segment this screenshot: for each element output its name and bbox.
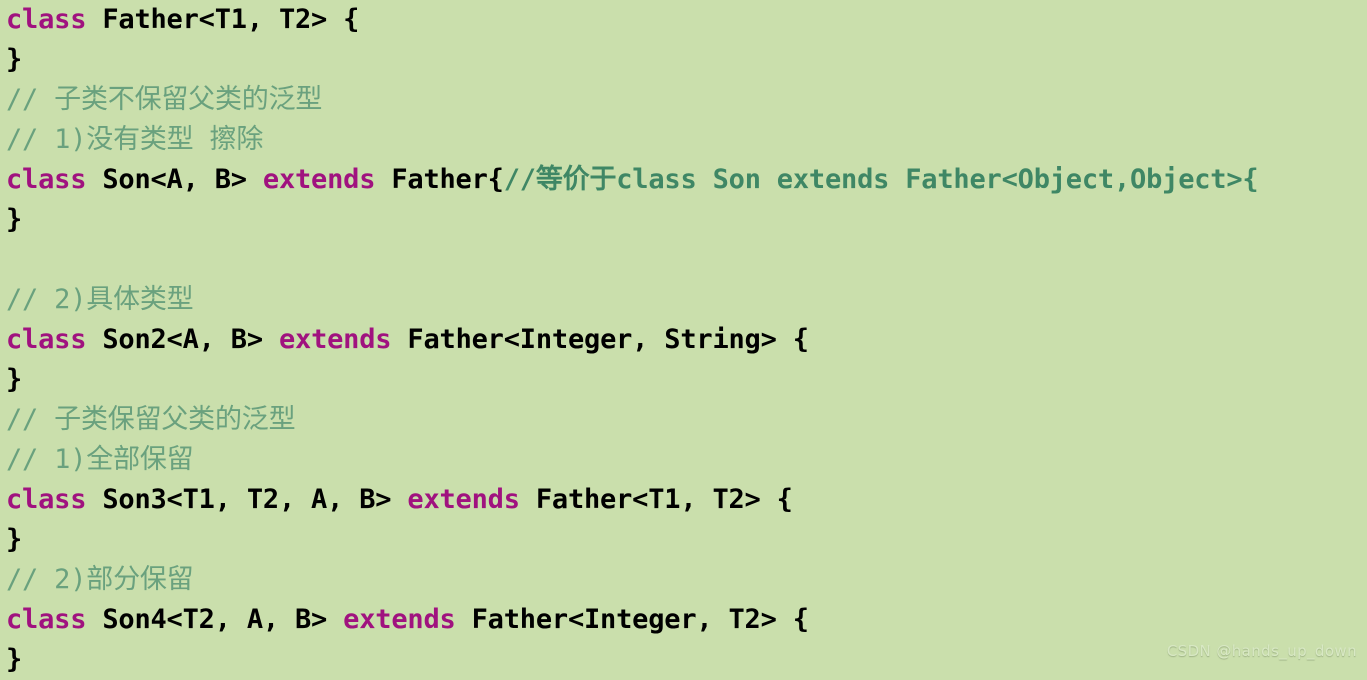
code-token-comment: // 子类不保留父类的泛型 [6,84,323,115]
code-line[interactable]: class Son<A, B> extends Father{//等价于clas… [6,160,1367,200]
code-token-kw: class [6,484,87,515]
code-token-comment-strong: //等价于 [503,164,617,195]
code-line[interactable]: // 1)没有类型 擦除 [6,120,1367,160]
code-token-comment: // 1)没有类型 擦除 [6,124,264,155]
code-token-plain: Father<Integer, T2> { [455,604,809,635]
code-token-comment: // 2)具体类型 [6,284,194,315]
code-line[interactable]: } [6,520,1367,560]
code-token-kw: extends [407,484,520,515]
code-block[interactable]: class Father<T1, T2> {} // 子类不保留父类的泛型 // 1… [6,0,1367,680]
code-line[interactable]: } [6,640,1367,680]
code-token-plain: Son3<T1, T2, A, B> [86,484,408,515]
code-line[interactable]: // 1)全部保留 [6,440,1367,480]
code-snippet-surface: class Father<T1, T2> {} // 子类不保留父类的泛型 // 1… [0,0,1367,675]
code-line[interactable]: class Father<T1, T2> { [6,0,1367,40]
code-token-plain: Father<Integer, String> { [391,324,809,355]
code-token-kw: extends [262,164,376,195]
code-token-plain: } [6,644,23,675]
code-token-plain: } [6,44,23,75]
code-token-comment-strong: class Son extends Father<Object,Object>{ [616,164,1259,195]
code-token-plain: } [6,364,23,395]
code-line[interactable]: // 2)部分保留 [6,560,1367,600]
code-line[interactable]: // 子类保留父类的泛型 [6,400,1367,440]
code-token-comment: // 子类保留父类的泛型 [6,404,296,435]
code-token-comment: // 1)全部保留 [6,444,194,475]
code-line[interactable]: } [6,360,1367,400]
code-token-kw: class [6,164,87,195]
code-token-kw: class [6,604,87,635]
code-line[interactable]: // 2)具体类型 [6,280,1367,320]
code-token-plain: Father{ [375,164,504,195]
code-token-comment: // 2)部分保留 [6,564,194,595]
code-token-plain: Son<A, B> [86,164,263,195]
code-token-plain: Son4<T2, A, B> [86,604,344,635]
code-line[interactable]: } [6,40,1367,80]
code-token-plain: Son2<A, B> [86,324,279,355]
code-line[interactable]: } [6,200,1367,240]
code-line[interactable] [6,240,1367,280]
code-line[interactable]: class Son4<T2, A, B> extends Father<Inte… [6,600,1367,640]
code-token-plain: } [6,204,23,235]
code-token-kw: extends [278,324,392,355]
code-line[interactable]: class Son2<A, B> extends Father<Integer,… [6,320,1367,360]
code-token-kw: class [6,4,87,35]
code-token-plain: } [6,524,23,555]
code-token-plain: Father<T1, T2> { [86,4,360,35]
code-token-kw: extends [343,604,456,635]
code-line[interactable]: // 子类不保留父类的泛型 [6,80,1367,120]
code-token-kw: class [6,324,87,355]
code-line[interactable]: class Son3<T1, T2, A, B> extends Father<… [6,480,1367,520]
code-token-plain: Father<T1, T2> { [519,484,793,515]
